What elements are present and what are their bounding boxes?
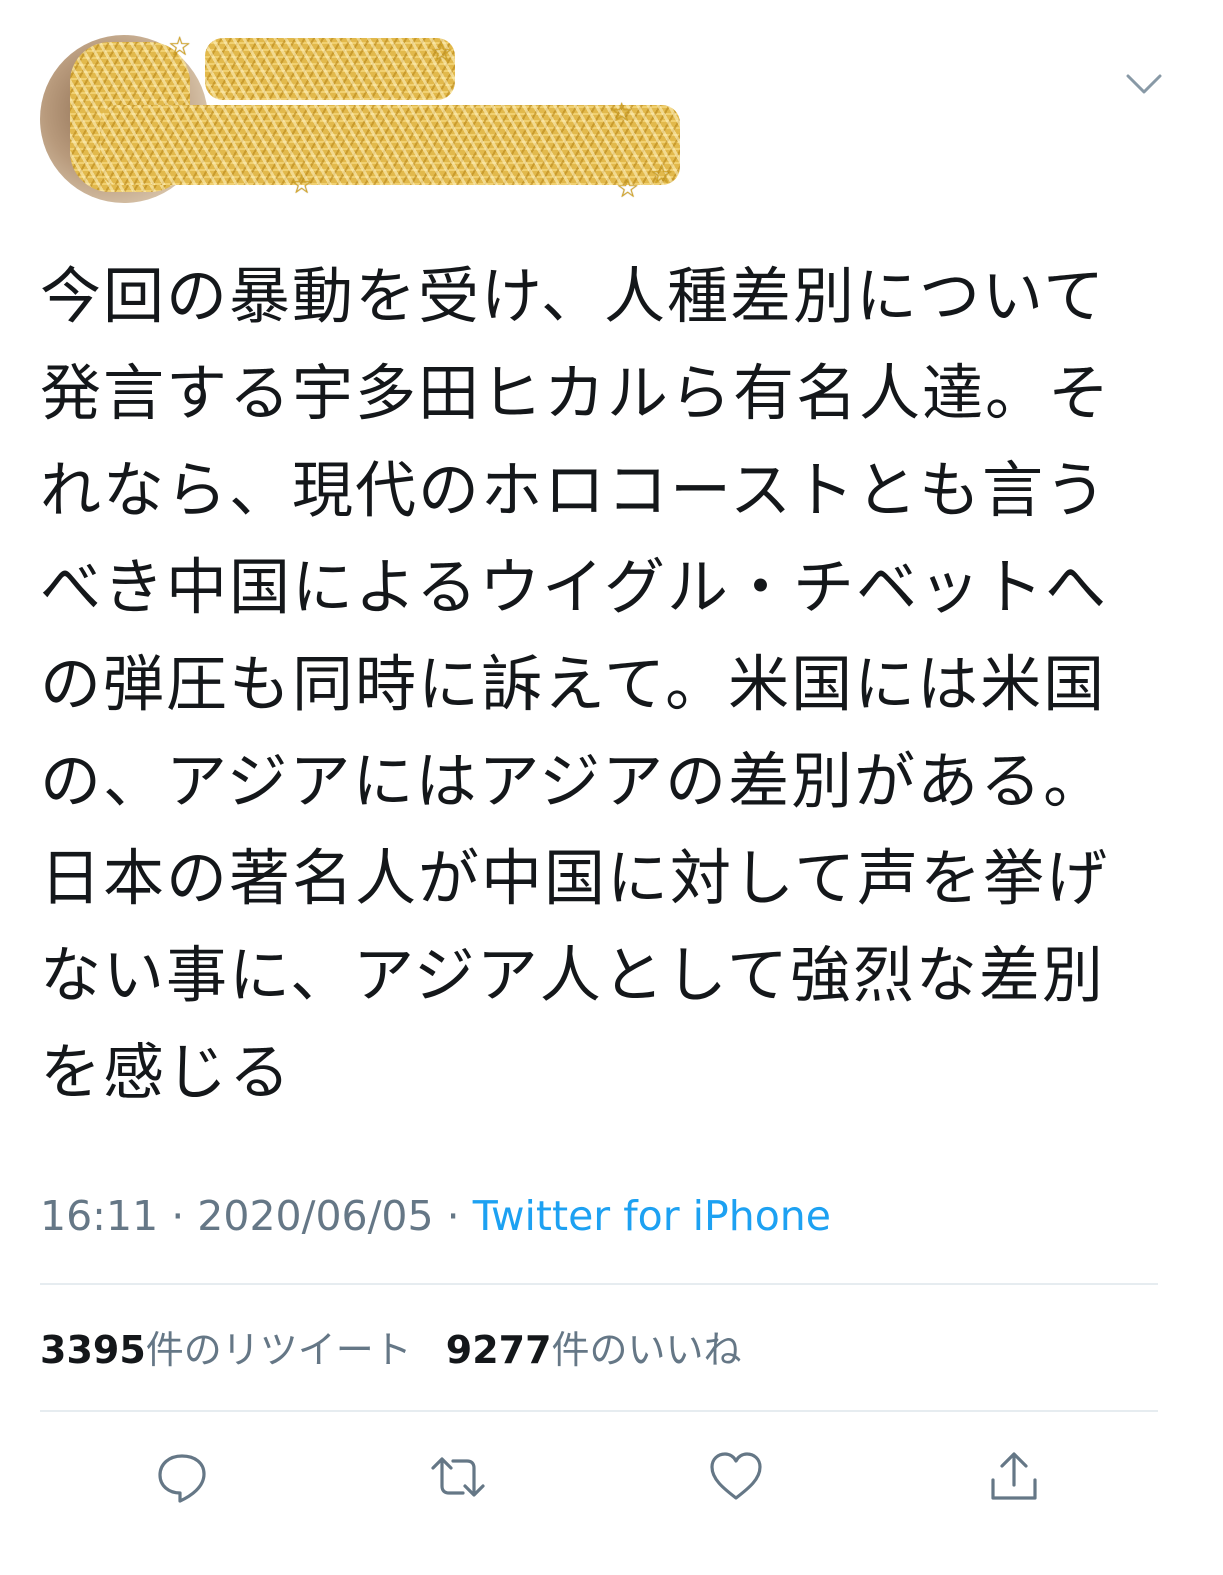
reply-button[interactable] (150, 1445, 214, 1509)
star-decoration: ☆ (616, 174, 640, 204)
tweet-detail: ☆ ☆ ☆ ☆ ☆ ☆ 今回の暴動を受け、人種差別について発言する宇多田ヒカルら… (0, 0, 1223, 1575)
tweet-time: 16:11 (40, 1192, 159, 1240)
redacted-display-name[interactable] (205, 38, 455, 100)
retweet-label: 件のリツイート (145, 1328, 412, 1372)
like-button[interactable] (704, 1445, 768, 1509)
chevron-down-icon[interactable] (1122, 62, 1166, 106)
retweet-icon (431, 1457, 485, 1497)
star-decoration: ☆ (290, 170, 314, 200)
star-decoration: ☆ (430, 38, 454, 68)
share-icon (991, 1452, 1037, 1500)
tweet-meta: 16:11 · 2020/06/05 · Twitter for iPhone (40, 1188, 831, 1244)
like-label: 件のいいね (551, 1328, 742, 1372)
retweet-stat[interactable]: 3395件のリツイート (40, 1328, 412, 1372)
like-stat[interactable]: 9277件のいいね (446, 1328, 742, 1372)
tweet-stats: 3395件のリツイート 9277件のいいね (40, 1322, 742, 1378)
like-count: 9277 (445, 1328, 552, 1372)
meta-separator: · (446, 1192, 460, 1240)
star-decoration: ☆ (650, 160, 674, 190)
retweet-count: 3395 (40, 1328, 146, 1372)
star-decoration: ☆ (168, 32, 192, 62)
divider (40, 1410, 1158, 1412)
tweet-date: 2020/06/05 (197, 1192, 434, 1240)
heart-icon (710, 1452, 762, 1500)
tweet-text: 今回の暴動を受け、人種差別について発言する宇多田ヒカルら有名人達。それなら、現代… (40, 261, 1112, 1108)
redacted-username[interactable] (100, 105, 680, 185)
meta-separator: · (171, 1192, 185, 1240)
share-button[interactable] (982, 1445, 1046, 1509)
retweet-button[interactable] (426, 1445, 490, 1509)
reply-icon (158, 1454, 206, 1503)
star-decoration: ☆ (610, 98, 634, 128)
divider (40, 1283, 1158, 1285)
tweet-source-link[interactable]: Twitter for iPhone (473, 1192, 831, 1240)
